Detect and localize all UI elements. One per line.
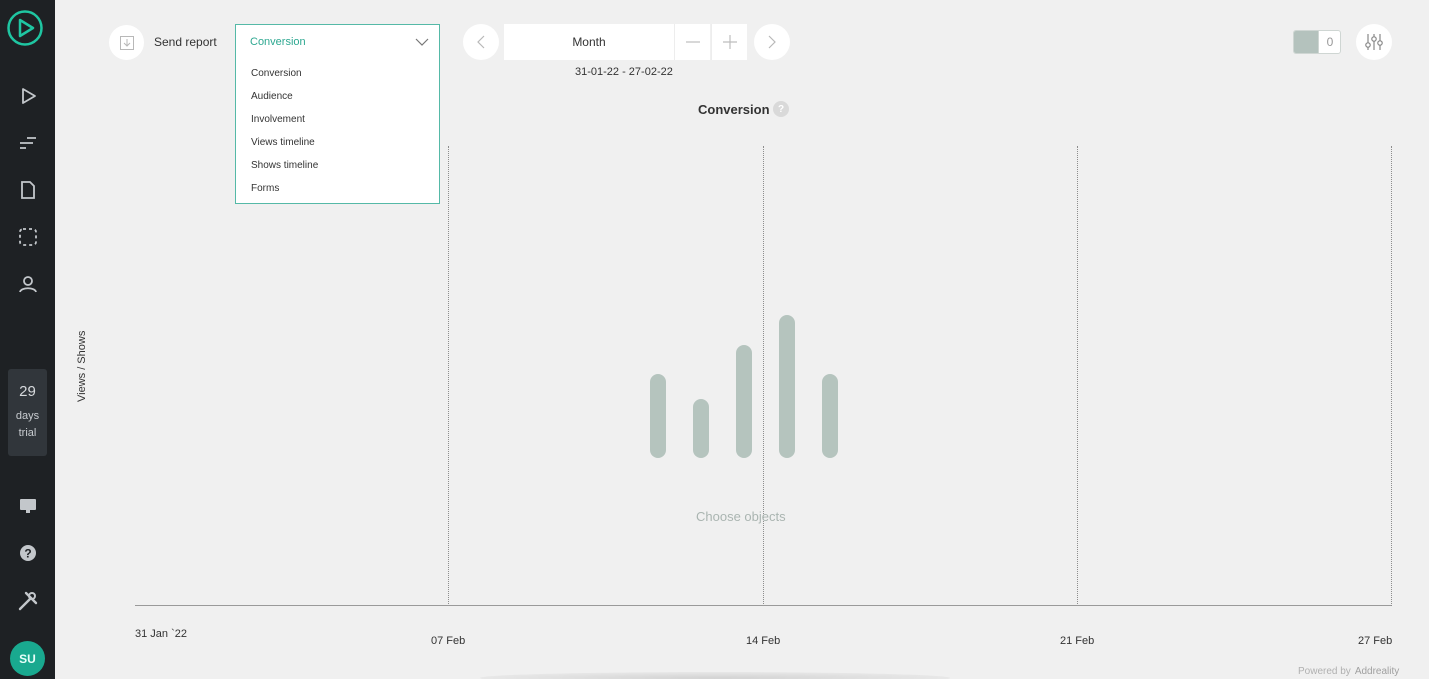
dashed-square-icon[interactable]	[15, 224, 41, 250]
grid-line-07feb	[448, 146, 449, 606]
tools-icon[interactable]	[15, 588, 41, 614]
placeholder-bar	[693, 399, 709, 458]
svg-text:?: ?	[24, 547, 31, 561]
chevron-right-icon	[768, 35, 776, 49]
grid-line-14feb	[763, 146, 764, 606]
trial-label-days: days	[15, 410, 40, 422]
toggle-fill	[1294, 31, 1318, 53]
trial-badge: 29 days trial	[8, 369, 47, 456]
option-conversion[interactable]: Conversion	[251, 67, 318, 90]
placeholder-bar	[650, 374, 666, 458]
objects-toggle[interactable]: 0	[1293, 30, 1341, 54]
minus-icon	[685, 41, 700, 43]
period-selector[interactable]: Month	[504, 24, 674, 60]
app-logo-icon[interactable]	[7, 10, 43, 46]
report-type-options: Conversion Audience Involvement Views ti…	[251, 67, 318, 205]
x-axis	[135, 605, 1391, 606]
y-axis-label-text: Views / Shows	[76, 330, 88, 402]
plus-icon	[722, 35, 737, 49]
powered-by: Powered by Addreality	[1298, 666, 1399, 677]
report-type-selected[interactable]: Conversion	[250, 36, 306, 48]
x-tick-label: 27 Feb	[1358, 635, 1393, 647]
report-type-dropdown[interactable]: Conversion Conversion Audience Involveme…	[235, 24, 440, 204]
powered-by-text: Powered by	[1298, 666, 1351, 677]
y-axis-label: Views / Shows	[76, 331, 88, 402]
placeholder-bar	[736, 345, 752, 458]
file-icon[interactable]	[15, 177, 41, 203]
option-forms[interactable]: Forms	[251, 182, 318, 205]
option-views-timeline[interactable]: Views timeline	[251, 136, 318, 159]
placeholder-bar	[822, 374, 838, 458]
selected-count: 0	[1318, 31, 1340, 53]
zoom-out-button[interactable]	[674, 24, 710, 60]
date-range: 31-01-22 - 27-02-22	[575, 66, 673, 78]
option-shows-timeline[interactable]: Shows timeline	[251, 159, 318, 182]
chevron-left-icon	[477, 35, 485, 49]
x-tick-label: 31 Jan `22	[135, 628, 187, 640]
placeholder-bar	[779, 315, 795, 458]
option-involvement[interactable]: Involvement	[251, 113, 318, 136]
chart-title: Conversion	[698, 102, 770, 117]
timeline-icon[interactable]	[15, 130, 41, 156]
user-icon[interactable]	[15, 271, 41, 297]
help-icon[interactable]: ?	[15, 540, 41, 566]
prev-period-button[interactable]	[463, 24, 499, 60]
monitor-icon[interactable]	[15, 493, 41, 519]
download-icon	[119, 35, 134, 50]
zoom-in-button[interactable]	[711, 24, 747, 60]
next-period-button[interactable]	[754, 24, 790, 60]
chart-help-icon[interactable]: ?	[773, 101, 789, 117]
x-tick-label: 14 Feb	[746, 635, 781, 647]
chevron-up-icon[interactable]	[415, 37, 429, 47]
sidebar: 29 days trial ? SU	[0, 0, 55, 679]
option-audience[interactable]: Audience	[251, 90, 318, 113]
send-report-label[interactable]: Send report	[154, 35, 217, 49]
filter-settings-button[interactable]	[1356, 24, 1392, 60]
send-report-button[interactable]	[109, 25, 144, 60]
choose-objects-placeholder[interactable]: Choose objects	[696, 509, 786, 524]
trial-label-trial: trial	[18, 427, 37, 439]
avatar[interactable]: SU	[10, 641, 45, 676]
sliders-icon	[1365, 34, 1383, 50]
x-tick-label: 21 Feb	[1060, 635, 1095, 647]
x-tick-label: 07 Feb	[431, 635, 466, 647]
play-icon[interactable]	[15, 83, 41, 109]
bottom-shadow	[480, 672, 950, 679]
grid-line-27feb	[1391, 146, 1392, 606]
brand-name[interactable]: Addreality	[1355, 666, 1399, 677]
grid-line-21feb	[1077, 146, 1078, 606]
trial-days: 29	[19, 383, 36, 400]
